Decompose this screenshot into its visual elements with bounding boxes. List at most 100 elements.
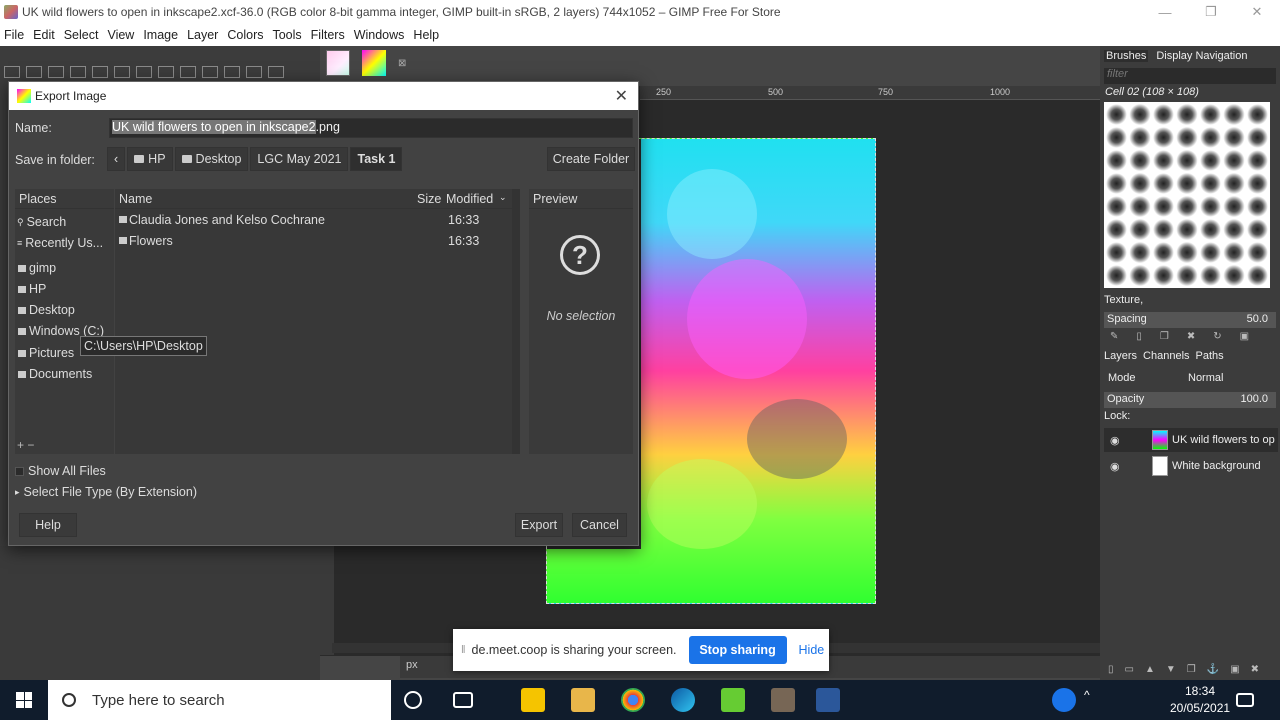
sticky-notes-icon[interactable] [521, 688, 545, 712]
place-hp[interactable]: HP [17, 282, 46, 296]
file-explorer-icon[interactable] [571, 688, 595, 712]
tab-brushes[interactable]: Brushes [1104, 50, 1149, 62]
text-tool-icon[interactable] [268, 66, 284, 78]
brush-swatch[interactable] [1176, 127, 1198, 148]
menu-filters[interactable]: Filters [311, 28, 345, 42]
edge-icon[interactable] [671, 688, 695, 712]
brush-swatch[interactable] [1223, 104, 1245, 125]
brush-swatch[interactable] [1129, 219, 1151, 240]
cancel-button[interactable]: Cancel [572, 513, 627, 537]
dialog-close-icon[interactable]: ✕ [615, 86, 628, 106]
brush-swatch[interactable] [1106, 242, 1128, 263]
transform-tool-icon[interactable] [114, 66, 130, 78]
tab-layers[interactable]: Layers [1104, 350, 1137, 362]
clock-time[interactable]: 18:34 [1170, 684, 1230, 698]
layer-row[interactable]: ◉ White background [1104, 454, 1278, 478]
image-tab-thumbnail[interactable] [326, 50, 350, 76]
crop-tool-icon[interactable] [92, 66, 108, 78]
tab-channels[interactable]: Channels [1143, 350, 1189, 362]
new-brush-icon[interactable]: ▯ [1136, 331, 1142, 342]
brush-swatch[interactable] [1223, 242, 1245, 263]
brush-swatch[interactable] [1106, 104, 1128, 125]
menu-windows[interactable]: Windows [354, 28, 405, 42]
brush-swatch[interactable] [1199, 265, 1222, 286]
spacing-value[interactable]: 50.0 [1247, 313, 1268, 325]
brush-swatch[interactable] [1246, 104, 1268, 125]
brush-swatch[interactable] [1199, 150, 1222, 171]
file-row[interactable]: Claudia Jones and Kelso Cochrane 16:33 [117, 211, 507, 231]
brush-filter-input[interactable]: filter [1104, 68, 1276, 84]
brush-tag-selector[interactable]: Texture, [1104, 294, 1276, 310]
lower-layer-icon[interactable]: ▼ [1166, 664, 1176, 675]
new-group-icon[interactable]: ▭ [1125, 664, 1134, 675]
eye-icon[interactable]: ◉ [1110, 460, 1126, 473]
clock-date[interactable]: 20/05/2021 [1170, 701, 1230, 715]
place-gimp[interactable]: gimp [17, 261, 56, 275]
edit-brush-icon[interactable]: ✎ [1110, 331, 1118, 342]
brush-swatch[interactable] [1199, 242, 1222, 263]
refresh-brushes-icon[interactable]: ↻ [1213, 331, 1221, 342]
move-tool-icon[interactable] [4, 66, 20, 78]
fuzzy-select-tool-icon[interactable] [70, 66, 86, 78]
close-window-button[interactable]: ✕ [1234, 0, 1280, 24]
path-tool-icon[interactable] [246, 66, 262, 78]
brush-swatch[interactable] [1223, 150, 1245, 171]
brush-swatch[interactable] [1246, 196, 1268, 217]
brush-swatch[interactable] [1176, 173, 1198, 194]
brush-swatch[interactable] [1199, 219, 1222, 240]
brush-swatch[interactable] [1246, 173, 1268, 194]
layer-name[interactable]: UK wild flowers to op [1172, 434, 1275, 446]
cortana-icon[interactable] [404, 691, 422, 709]
taskbar-search[interactable]: Type here to search [48, 680, 391, 720]
brush-swatch[interactable] [1246, 265, 1268, 286]
hide-share-bar-button[interactable]: Hide [799, 643, 825, 657]
column-size[interactable]: Size [417, 192, 441, 206]
place-search[interactable]: ⚲ Search [17, 215, 66, 229]
menu-file[interactable]: File [4, 28, 24, 42]
breadcrumb-hp[interactable]: HP [127, 147, 173, 171]
opacity-slider[interactable]: Opacity 100.0 [1104, 392, 1276, 408]
brush-swatch[interactable] [1176, 104, 1198, 125]
place-pictures[interactable]: Pictures [17, 346, 74, 360]
brush-swatch[interactable] [1129, 242, 1151, 263]
delete-brush-icon[interactable]: ✖ [1187, 331, 1195, 342]
brush-swatch[interactable] [1152, 104, 1175, 125]
brush-swatch[interactable] [1129, 173, 1151, 194]
help-button[interactable]: Help [19, 513, 77, 537]
brush-swatch[interactable] [1176, 265, 1198, 286]
brush-swatch[interactable] [1246, 127, 1268, 148]
brush-swatch[interactable] [1152, 265, 1175, 286]
open-as-image-icon[interactable]: ▣ [1240, 331, 1249, 342]
new-layer-icon[interactable]: ▯ [1108, 664, 1114, 675]
unit-selector[interactable]: px [406, 659, 418, 671]
restore-button[interactable]: ❐ [1188, 0, 1234, 24]
brush-swatch[interactable] [1199, 173, 1222, 194]
brush-swatch[interactable] [1246, 242, 1268, 263]
menu-colors[interactable]: Colors [227, 28, 263, 42]
brush-swatch[interactable] [1106, 219, 1128, 240]
filename-input[interactable]: UK wild flowers to open in inkscape2.png [109, 118, 633, 138]
brush-swatch[interactable] [1129, 265, 1151, 286]
spacing-slider[interactable]: Spacing 50.0 [1104, 312, 1276, 328]
brush-swatch[interactable] [1152, 242, 1175, 263]
place-desktop[interactable]: Desktop [17, 303, 75, 317]
brush-swatch[interactable] [1152, 196, 1175, 217]
menu-image[interactable]: Image [143, 28, 178, 42]
breadcrumb-lgc-may-2021[interactable]: LGC May 2021 [250, 147, 349, 171]
export-button[interactable]: Export [515, 513, 563, 537]
brush-swatch[interactable] [1106, 173, 1128, 194]
mask-layer-icon[interactable]: ▣ [1230, 664, 1239, 675]
image-tab-thumbnail-active[interactable] [362, 50, 386, 76]
menu-layer[interactable]: Layer [187, 28, 218, 42]
drag-handle-icon[interactable]: ‖ [461, 644, 466, 656]
add-remove-bookmark-icons[interactable]: + − [17, 438, 34, 452]
help-icon[interactable] [1052, 688, 1076, 712]
brush-swatch[interactable] [1152, 173, 1175, 194]
word-icon[interactable] [816, 688, 840, 712]
show-all-files-toggle[interactable]: Show All Files [15, 464, 106, 478]
menu-help[interactable]: Help [413, 28, 439, 42]
close-tab-icon[interactable]: ⊠ [398, 58, 406, 69]
brush-swatch[interactable] [1176, 219, 1198, 240]
menu-edit[interactable]: Edit [33, 28, 55, 42]
brush-swatch[interactable] [1129, 104, 1151, 125]
